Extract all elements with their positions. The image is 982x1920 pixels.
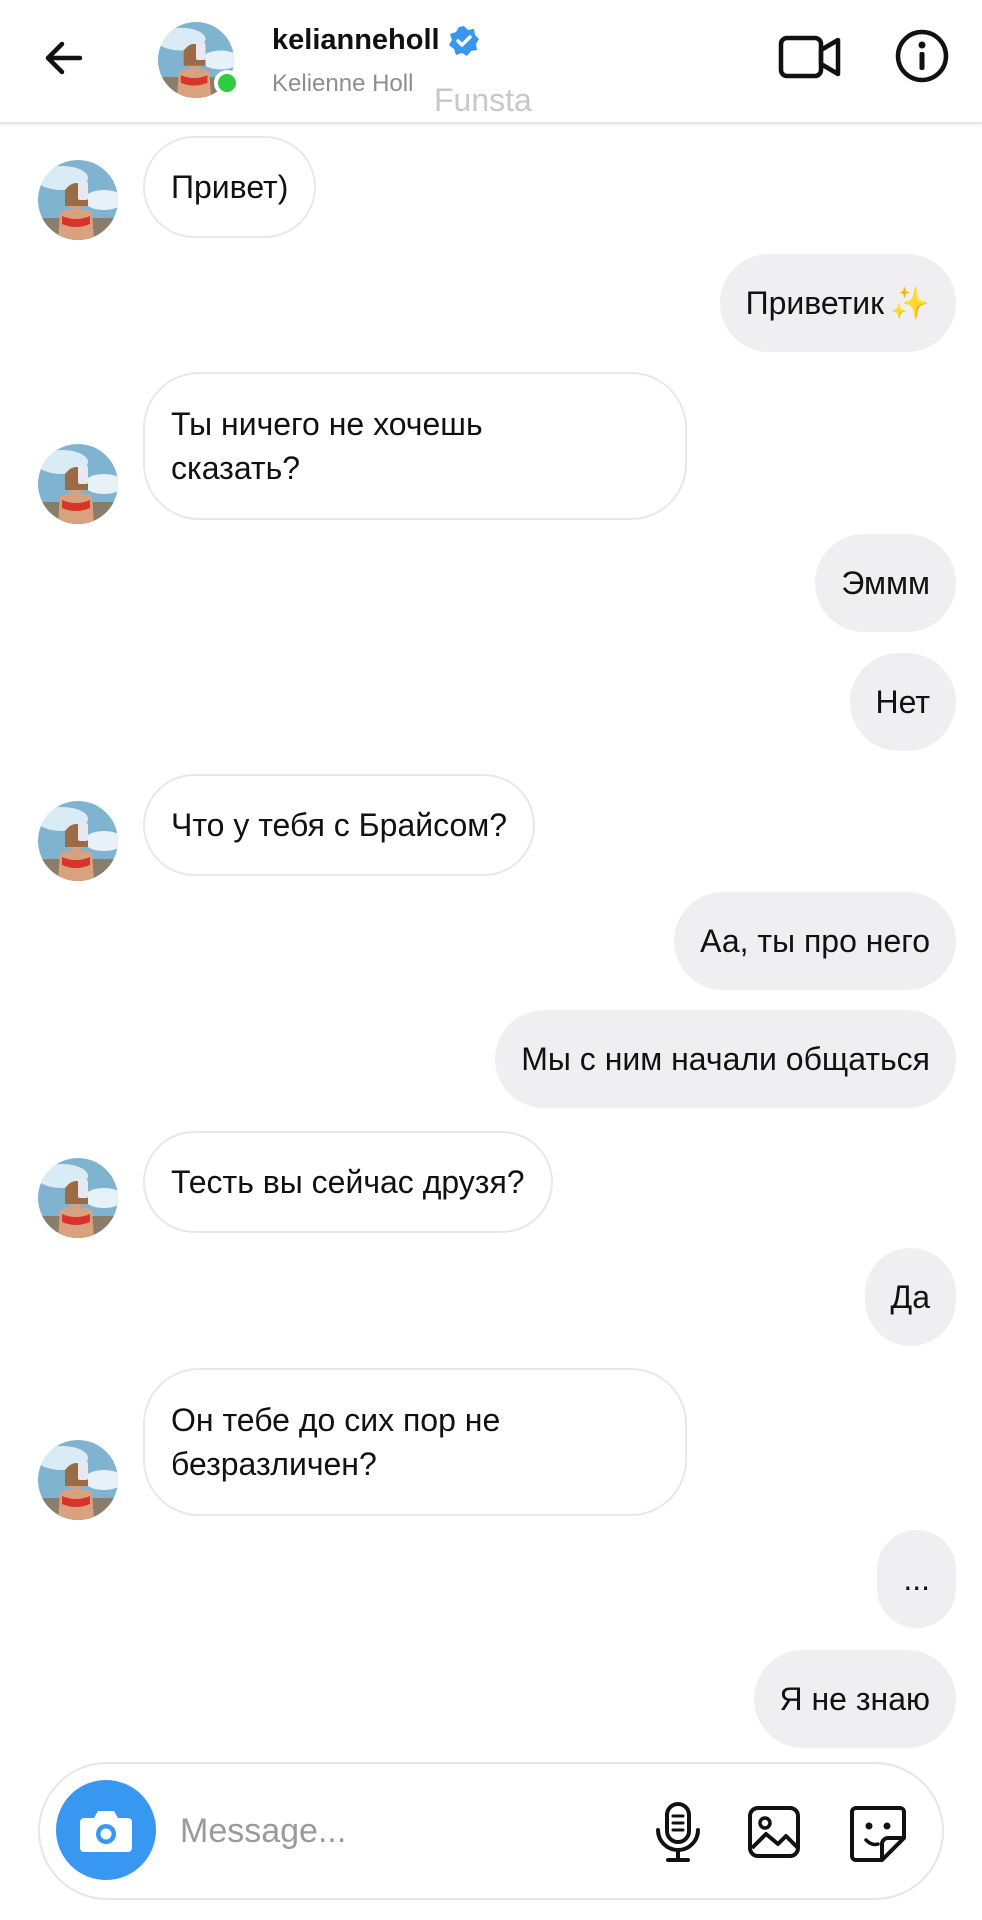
microphone-icon: [656, 1802, 700, 1862]
message-bubble: Эммм: [815, 534, 956, 632]
camera-button[interactable]: [56, 1780, 156, 1880]
voice-message-button[interactable]: [650, 1800, 706, 1864]
username: kelianneholl: [272, 24, 440, 56]
contact-avatar[interactable]: [158, 22, 240, 98]
chat-header: kelianneholl Kelienne Holl Funsta: [0, 0, 982, 124]
gallery-icon: [748, 1806, 800, 1858]
outgoing-message[interactable]: Аа, ты про него: [674, 892, 956, 990]
message-input[interactable]: [180, 1802, 640, 1860]
video-camera-icon: [778, 35, 841, 79]
outgoing-message[interactable]: Приветик ✨: [719, 254, 956, 352]
incoming-message[interactable]: Привет): [143, 136, 317, 238]
sticker-button[interactable]: [848, 1804, 908, 1864]
watermark-text: Funsta: [434, 82, 532, 118]
sparkles-emoji: ✨: [890, 285, 930, 321]
message-bubble: Мы с ним начали общаться: [495, 1010, 956, 1108]
sender-avatar[interactable]: [38, 444, 118, 524]
sender-avatar[interactable]: [38, 1440, 118, 1520]
message-bubble: Я не знаю: [753, 1650, 956, 1748]
outgoing-message[interactable]: Нет: [849, 653, 956, 751]
gallery-button[interactable]: [746, 1804, 802, 1860]
incoming-message[interactable]: Тесть вы сейчас друзя?: [143, 1131, 553, 1233]
message-bubble: Аа, ты про него: [674, 892, 956, 990]
message-bubble: Да: [864, 1248, 956, 1346]
outgoing-message[interactable]: Эммм: [815, 534, 956, 632]
video-call-button[interactable]: [778, 30, 842, 84]
sender-avatar[interactable]: [38, 160, 118, 240]
sticker-icon: [850, 1806, 906, 1862]
sender-avatar[interactable]: [38, 1158, 118, 1238]
message-bubble: Ты ничего не хочешь сказать?: [143, 372, 687, 520]
outgoing-message[interactable]: Мы с ним начали общаться: [495, 1010, 956, 1108]
message-text: Приветик: [745, 285, 885, 321]
verified-badge-icon: [448, 25, 479, 56]
online-status-dot: [214, 70, 240, 96]
display-name: Kelienne Holl: [272, 70, 414, 97]
outgoing-message[interactable]: Да: [864, 1248, 956, 1346]
back-button[interactable]: [36, 30, 92, 86]
back-arrow-icon: [45, 41, 83, 75]
message-bubble: Тесть вы сейчас друзя?: [143, 1131, 553, 1233]
outgoing-message[interactable]: ...: [877, 1530, 956, 1628]
info-icon: [895, 29, 949, 83]
message-bubble: Что у тебя с Брайсом?: [143, 774, 536, 876]
sender-avatar[interactable]: [38, 801, 118, 881]
message-bubble: Приветик ✨: [719, 254, 956, 352]
message-bubble: Он тебе до сих пор не безразличен?: [143, 1368, 687, 1516]
message-bubble: Нет: [849, 653, 956, 751]
username-row[interactable]: kelianneholl: [272, 24, 480, 57]
incoming-message[interactable]: Он тебе до сих пор не безразличен?: [143, 1368, 687, 1516]
camera-icon: [80, 1811, 132, 1852]
incoming-message[interactable]: Что у тебя с Брайсом?: [143, 774, 536, 876]
outgoing-message[interactable]: Я не знаю: [753, 1650, 956, 1748]
message-bubble: ...: [877, 1530, 956, 1628]
message-bubble: Привет): [143, 136, 317, 238]
message-thread[interactable]: Привет) Приветик ✨ Ты ничего не хочешь ск…: [0, 124, 982, 1756]
incoming-message[interactable]: Ты ничего не хочешь сказать?: [143, 372, 687, 520]
message-composer: [38, 1762, 944, 1900]
conversation-info-button[interactable]: [894, 28, 950, 84]
